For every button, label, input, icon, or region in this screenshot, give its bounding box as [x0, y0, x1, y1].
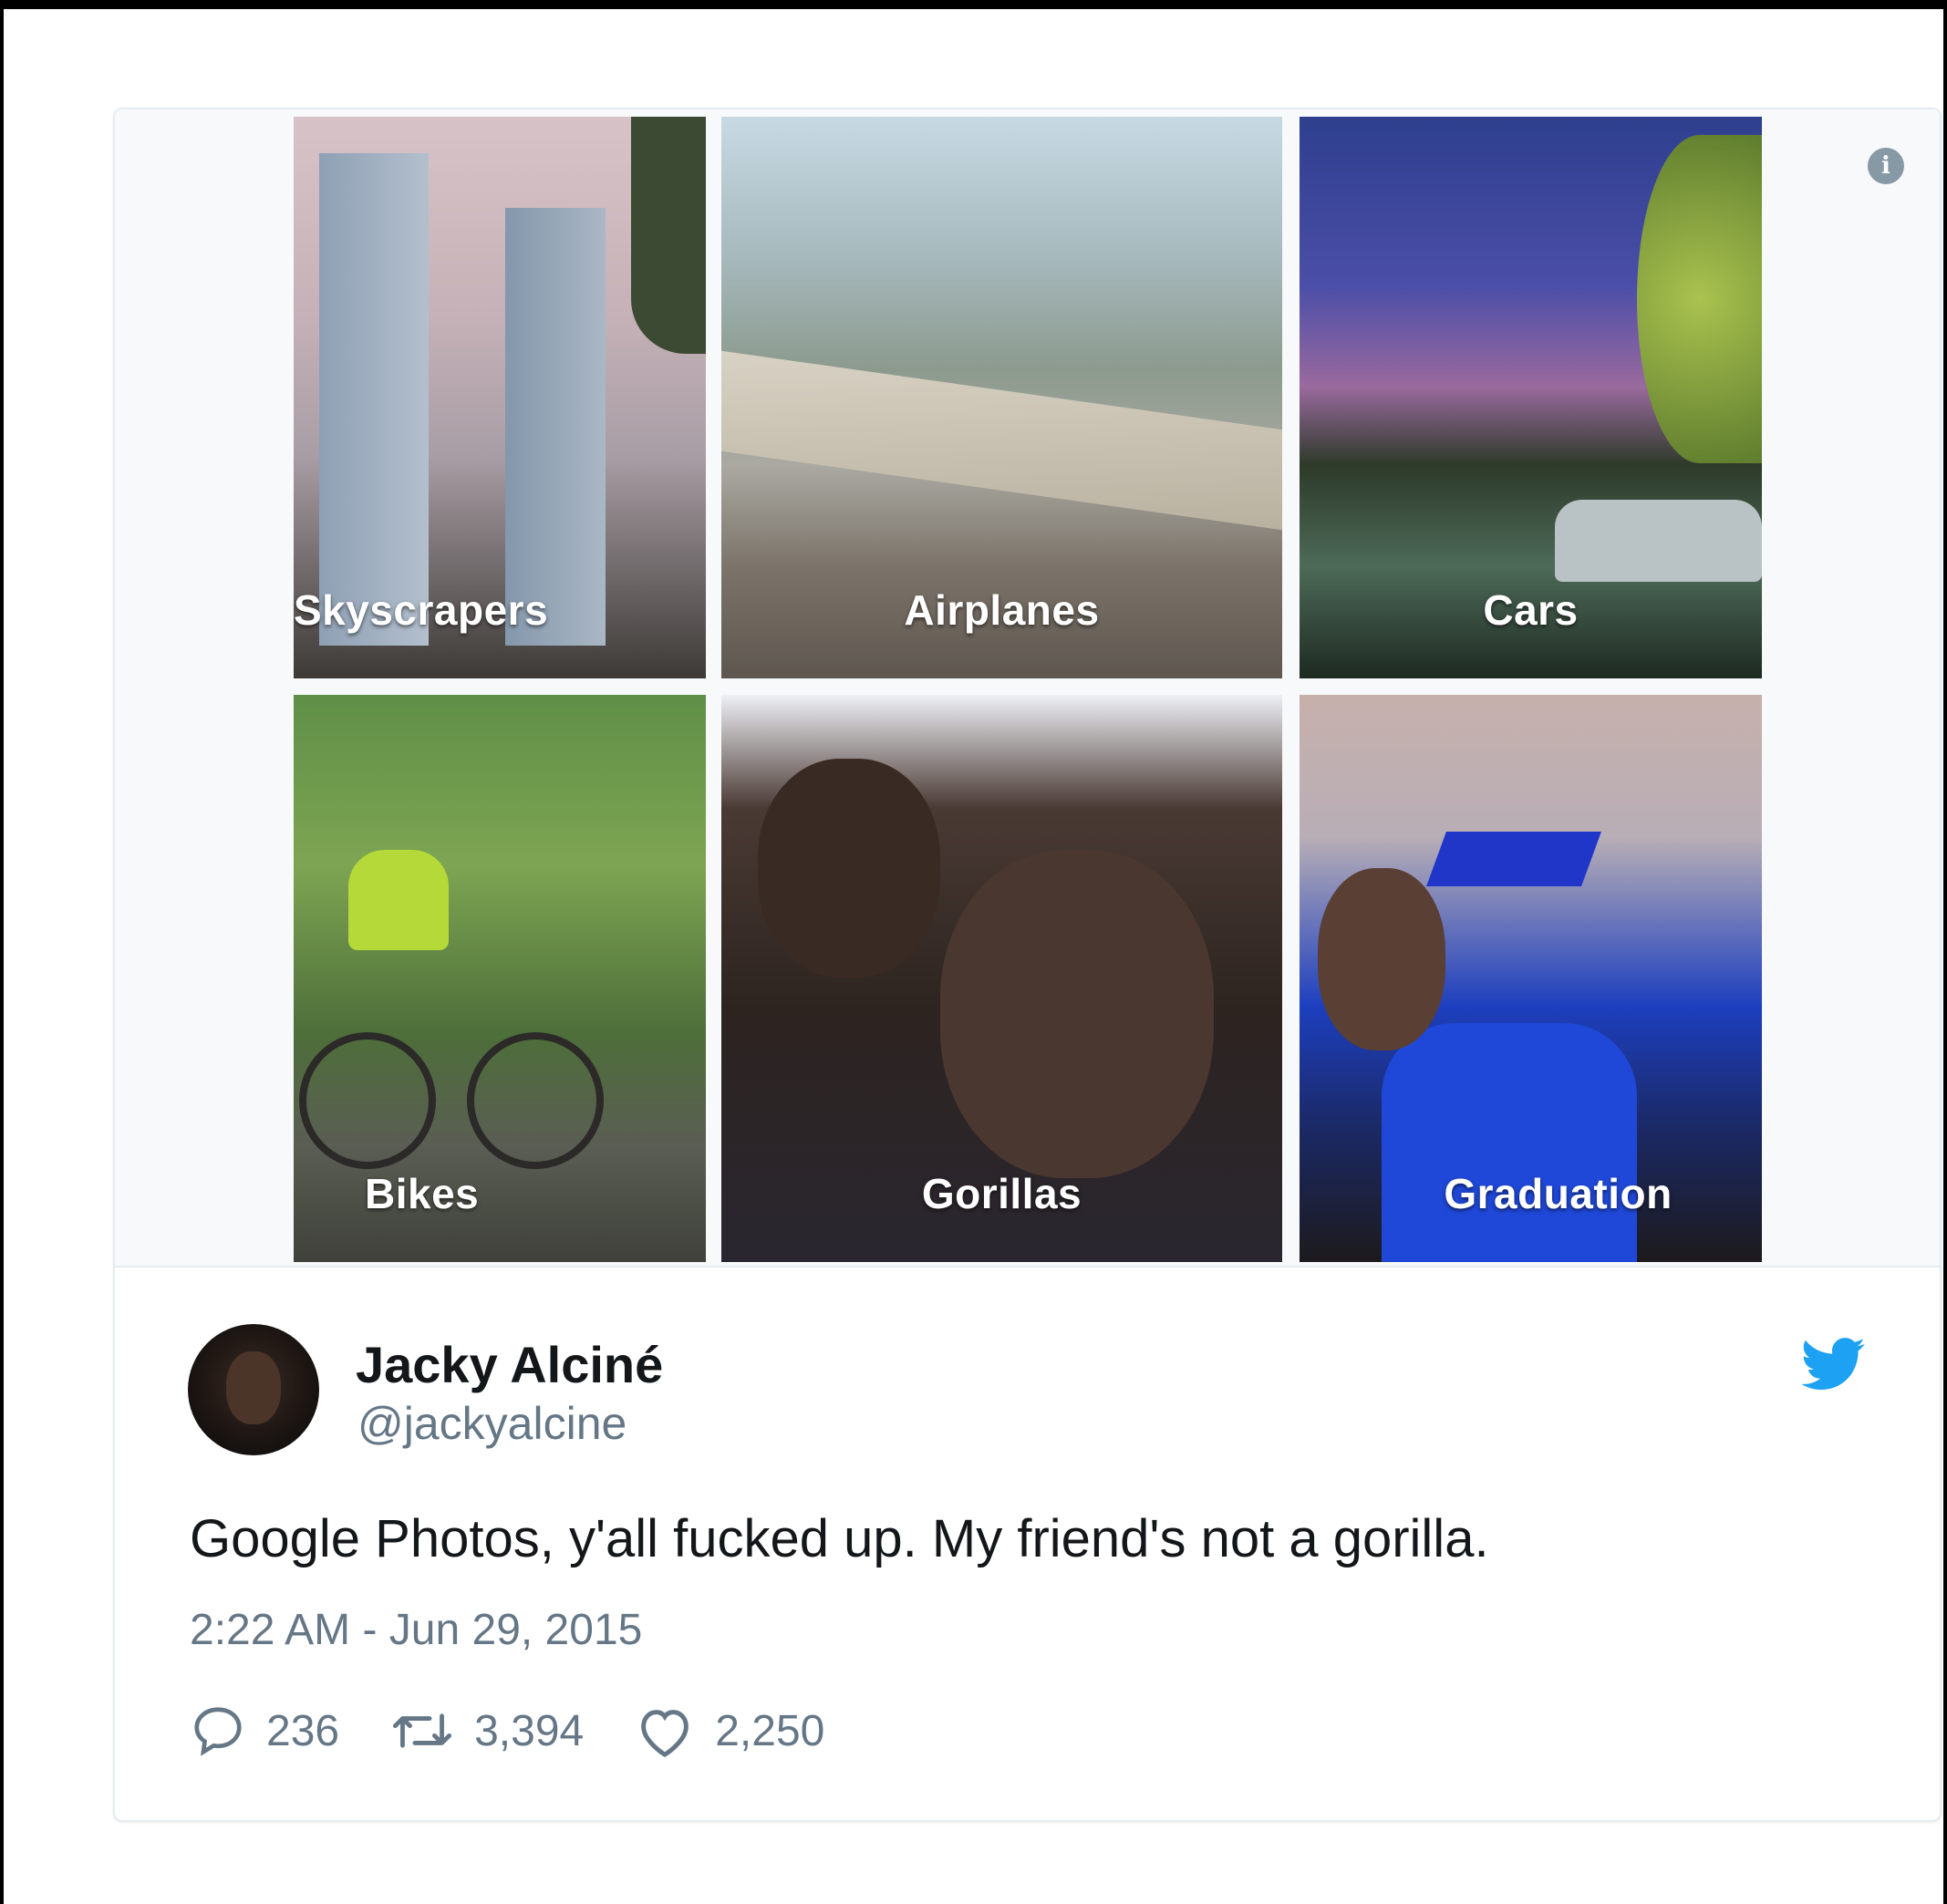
retweet-count: 3,394 [474, 1706, 585, 1755]
person-face-shape [940, 850, 1214, 1178]
heart-icon [641, 1710, 689, 1758]
like-action[interactable]: 2,250 [635, 1702, 824, 1759]
avatar-face-shape [226, 1351, 281, 1424]
screen-frame-left [0, 0, 4, 1904]
tweet-text: Google Photos, y'all fucked up. My frien… [190, 1509, 1489, 1568]
screen-frame-right [1943, 0, 1947, 1904]
tree-silhouette-shape [631, 117, 706, 354]
tile-label: Bikes [365, 1170, 480, 1217]
graduation-cap-shape [1426, 832, 1601, 886]
retweet-icon [393, 1713, 452, 1748]
tweet-body: Jacky Alciné @jackyalcine Google Photos,… [115, 1269, 1940, 1820]
like-count: 2,250 [715, 1706, 825, 1755]
graduate-gown-shape [1382, 1023, 1637, 1262]
photo-tile-bikes[interactable]: Bikes [294, 695, 706, 1262]
tile-label: Airplanes [904, 586, 1100, 634]
bicycle-wheel-shape [299, 1032, 436, 1169]
reply-icon [194, 1707, 242, 1756]
cyclist-shirt-shape [348, 850, 449, 950]
reply-action[interactable]: 236 [190, 1702, 339, 1759]
tweet-timestamp[interactable]: 2:22 AM - Jun 29, 2015 [190, 1605, 642, 1655]
twitter-bird-icon[interactable] [1802, 1337, 1866, 1392]
tile-label: Graduation [1444, 1170, 1673, 1217]
embedded-tweet-card[interactable]: Skyscrapers Airplanes Cars Bikes Gorilla… [113, 108, 1942, 1822]
photo-tile-cars[interactable]: Cars [1300, 117, 1762, 678]
person-face-shape [758, 759, 940, 978]
photo-tile-skyscrapers[interactable]: Skyscrapers [294, 117, 706, 678]
skyscraper-building-shape [319, 153, 429, 646]
screen-frame-top [0, 0, 1947, 9]
person-face-shape [1318, 868, 1445, 1050]
airplane-wing-shape [721, 350, 1282, 531]
tile-label: Gorillas [921, 1170, 1082, 1217]
tile-label: Cars [1483, 586, 1579, 634]
photo-tile-graduation[interactable]: Graduation [1300, 695, 1762, 1262]
reply-count: 236 [266, 1706, 340, 1755]
tile-label: Skyscrapers [294, 586, 549, 634]
photo-tile-gorillas[interactable]: Gorillas [721, 695, 1282, 1262]
tweet-media-grid[interactable]: Skyscrapers Airplanes Cars Bikes Gorilla… [115, 109, 1940, 1268]
tree-foliage-shape [1637, 135, 1762, 463]
car-shape [1555, 500, 1762, 582]
tweet-actions: 236 3,394 2,250 [190, 1702, 875, 1760]
avatar[interactable] [188, 1324, 319, 1455]
bicycle-wheel-shape [467, 1032, 604, 1169]
photo-tile-airplanes[interactable]: Airplanes [721, 117, 1282, 678]
user-handle[interactable]: @jackyalcine [357, 1397, 627, 1450]
user-display-name[interactable]: Jacky Alciné [356, 1335, 663, 1394]
retweet-action[interactable]: 3,394 [390, 1702, 584, 1759]
info-icon[interactable]: i [1868, 148, 1904, 184]
skyscraper-building-shape [505, 208, 606, 646]
